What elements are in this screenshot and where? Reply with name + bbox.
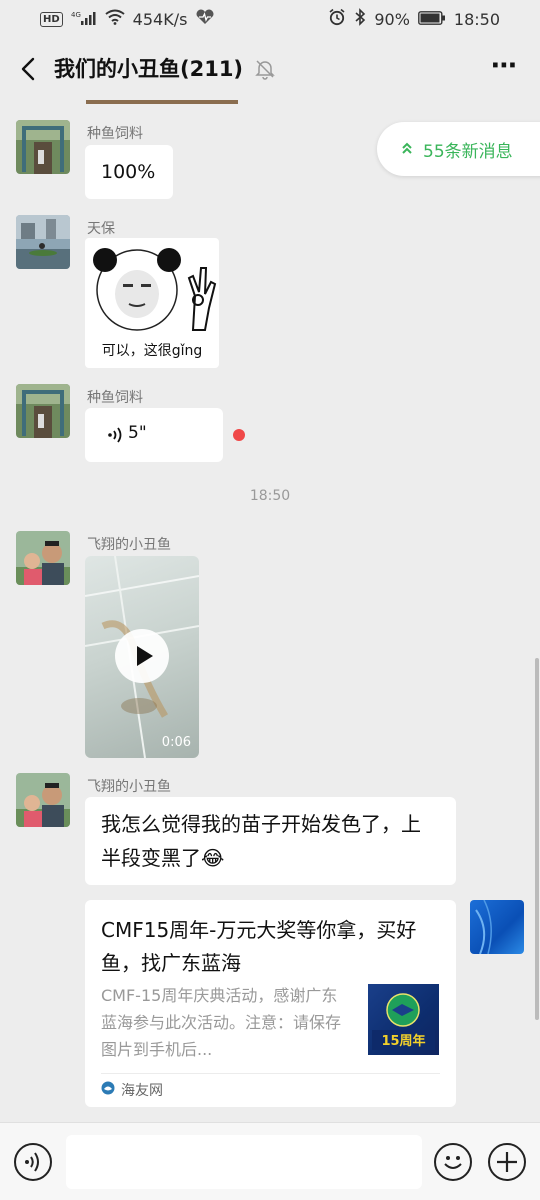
chat-title: 我们的小丑鱼(211) [54, 57, 244, 81]
chat-header: 我们的小丑鱼(211) ⋯ [0, 38, 540, 100]
input-bar [0, 1122, 540, 1200]
avatar[interactable] [16, 120, 70, 174]
message-text: 100% [101, 161, 156, 183]
signal-icon: 4G [71, 10, 97, 29]
message-text: 我怎么觉得我的苗子开始发色了，上半段变黑了😂 [101, 812, 421, 870]
battery-percent: 90% [374, 9, 410, 29]
alarm-icon [328, 8, 346, 30]
bluetooth-icon [354, 8, 366, 30]
message-input[interactable] [66, 1135, 422, 1189]
battery-icon [417, 10, 446, 29]
status-left: HD 4G 454K/s [40, 9, 215, 29]
avatar[interactable] [16, 215, 70, 269]
unread-dot [233, 429, 245, 441]
sender-name: 种鱼饲料 [87, 390, 143, 406]
emoji-button[interactable] [434, 1143, 472, 1181]
status-bar: HD 4G 454K/s 90% 18:50 [0, 0, 540, 38]
card-description: CMF-15周年庆典活动，感谢广东蓝海参与此次活动。注意：请保存图片到手机后..… [101, 986, 342, 1059]
video-duration: 0:06 [161, 735, 191, 750]
card-source: 海友网 [101, 1080, 163, 1100]
clock: 18:50 [453, 9, 500, 29]
message-bubble[interactable]: 100% [85, 145, 173, 199]
smiley-icon [444, 1156, 462, 1169]
health-icon [195, 9, 215, 29]
back-arrow-icon [21, 57, 35, 81]
avatar[interactable] [16, 384, 70, 438]
wifi-icon [105, 9, 125, 29]
card-thumb-text: 15周年 [381, 1033, 425, 1049]
avatar[interactable] [16, 531, 70, 585]
double-chevron-up-icon [401, 141, 413, 158]
sender-name: 飞翔的小丑鱼 [87, 537, 171, 553]
sender-name: 种鱼饲料 [87, 126, 143, 142]
previous-image-edge [86, 100, 238, 104]
new-messages-label: 55条新消息 [423, 141, 513, 162]
link-card[interactable]: CMF15周年-万元大奖等你拿，买好鱼，找广东蓝海 CMF-15周年庆典活动，感… [85, 900, 456, 1107]
voice-wave-icon [107, 425, 125, 449]
network-speed: 454K/s [132, 9, 188, 29]
card-divider [101, 1073, 440, 1074]
sender-name: 飞翔的小丑鱼 [87, 779, 171, 795]
my-avatar[interactable] [470, 899, 524, 955]
voice-message-bubble[interactable]: 5" [85, 408, 223, 462]
source-logo-icon [101, 1081, 115, 1099]
more-actions-button[interactable] [488, 1143, 526, 1181]
sticker-caption: 可以，这很gǐng [101, 343, 203, 359]
status-right: 90% 18:50 [328, 8, 500, 30]
timestamp: 18:50 [249, 488, 291, 504]
voice-icon [25, 1152, 39, 1172]
scrollbar[interactable] [535, 658, 539, 1020]
new-messages-button[interactable]: 55条新消息 [377, 122, 540, 176]
panda-meme-sticker [93, 248, 217, 331]
message-bubble[interactable]: 我怎么觉得我的苗子开始发色了，上半段变黑了😂 [85, 797, 456, 885]
more-options-button[interactable]: ⋯ [491, 53, 518, 79]
avatar[interactable] [16, 773, 70, 827]
card-thumbnail: 15周年 [368, 984, 439, 1055]
plus-icon [497, 1152, 517, 1172]
voice-duration: 5" [128, 423, 147, 443]
card-title: CMF15周年-万元大奖等你拿，买好鱼，找广东蓝海 [101, 918, 417, 975]
voice-input-button[interactable] [14, 1143, 52, 1181]
back-button[interactable] [14, 52, 48, 86]
sticker-image[interactable]: 可以，这很gǐng [85, 238, 219, 368]
hd-icon: HD [40, 11, 63, 27]
svg-text:4G: 4G [71, 11, 81, 19]
chat-area[interactable]: 55条新消息 种鱼饲料 100% 天保 可以，这很gǐng 种鱼饲料 5" 18… [0, 100, 540, 1122]
play-button[interactable] [115, 629, 169, 683]
sender-name: 天保 [87, 221, 115, 237]
mute-bell-icon [254, 58, 276, 80]
source-name: 海友网 [121, 1083, 163, 1099]
video-message[interactable]: 0:06 [85, 556, 199, 758]
